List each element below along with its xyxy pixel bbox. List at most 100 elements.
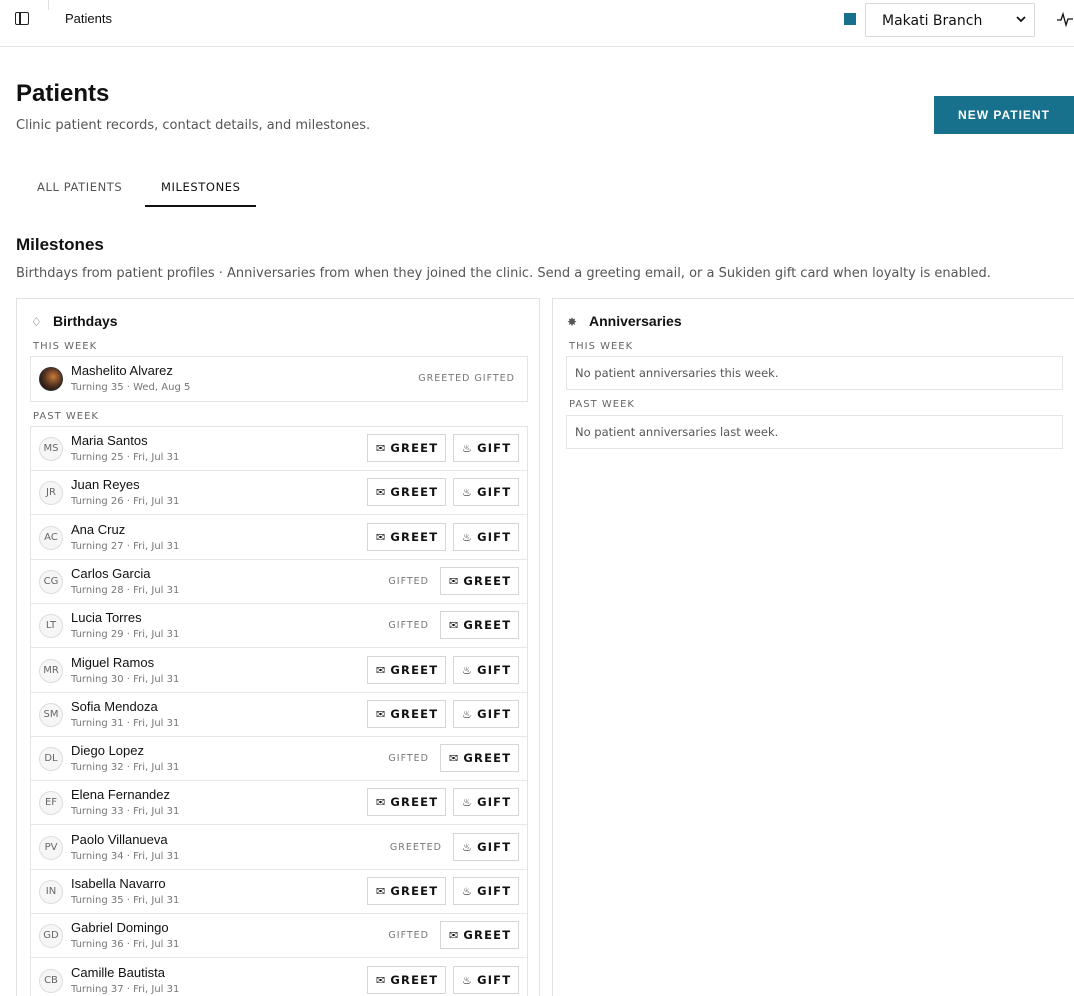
gift-icon: ♨ (462, 885, 474, 898)
gift-label: GIFT (477, 884, 512, 898)
patient-birthday-meta: Turning 26 · Fri, Jul 31 (71, 496, 180, 508)
patient-name[interactable]: Ana Cruz (71, 522, 125, 537)
avatar: CG (39, 569, 63, 594)
patient-birthday-meta: Turning 35 · Fri, Jul 31 (71, 895, 180, 906)
tab-milestones[interactable]: MILESTONES (161, 180, 241, 194)
greet-button[interactable]: ✉ GREET (367, 522, 446, 551)
sidebar-toggle-icon[interactable] (15, 12, 29, 25)
greet-button[interactable]: ✉ GREET (367, 478, 446, 507)
list-item: MS Maria Santos Turning 25 · Fri, Jul 31 ♨ G… (31, 427, 527, 471)
patient-name[interactable]: Camille Bautista (71, 965, 165, 980)
patient-name[interactable]: Gabriel Domingo (71, 920, 169, 935)
mail-icon: ✉ (376, 486, 387, 500)
gift-button[interactable]: ♨ GIFT (453, 788, 519, 817)
patient-birthday-meta: Turning 27 · Fri, Jul 31 (71, 540, 180, 552)
patient-name[interactable]: Mashelito Alvarez (71, 363, 173, 378)
this-week-label: THIS WEEK (569, 341, 634, 352)
greet-label: GREET (463, 573, 512, 588)
activity-icon[interactable] (1056, 10, 1074, 28)
list-item: JR Juan Reyes Turning 26 · Fri, Jul 31 ♨ GIF… (31, 471, 527, 516)
birthdays-title: Birthdays (53, 313, 118, 329)
list-item: PV Paolo Villanueva Turning 34 · Fri, Jul … (31, 826, 527, 870)
gift-button[interactable]: ♨ GIFT (453, 832, 519, 861)
avatar: PV (39, 835, 63, 860)
list-item: SM Sofia Mendoza Turning 31 · Fri, Jul 31 ♨… (31, 693, 527, 737)
status-badge: GREETED GIFTED (418, 373, 515, 384)
patient-name[interactable]: Isabella Navarro (71, 876, 166, 891)
patient-name[interactable]: Paolo Villanueva (71, 832, 168, 847)
mail-icon: ✉ (376, 530, 387, 544)
this-week-label: THIS WEEK (33, 341, 98, 352)
patient-name[interactable]: Sofia Mendoza (71, 699, 158, 714)
list-item: EF Elena Fernandez Turning 33 · Fri, Jul 3… (31, 781, 527, 826)
patient-birthday-meta: Turning 25 · Fri, Jul 31 (71, 452, 180, 463)
gift-button[interactable]: ♨ GIFT (453, 434, 519, 462)
gift-button[interactable]: ♨ GIFT (453, 478, 519, 507)
top-bar: Patients Makati Branch (0, 0, 1074, 47)
avatar: EF (39, 791, 63, 816)
avatar (39, 367, 63, 391)
active-tab-indicator (145, 205, 256, 207)
past-week-label: PAST WEEK (569, 399, 635, 410)
status-badge: GREETED (389, 841, 442, 853)
greet-button[interactable]: ✉ GREET (440, 744, 519, 773)
anniversaries-this-week-empty: No patient anniversaries this week. (566, 356, 1063, 390)
gift-icon: ♨ (462, 973, 474, 987)
section-subtitle: Birthdays from patient profiles · Annive… (16, 266, 991, 281)
mail-icon: ✉ (376, 707, 387, 721)
divider (48, 0, 49, 10)
greet-button[interactable]: ✉ GREET (367, 788, 446, 817)
avatar: MS (39, 437, 63, 461)
patient-name[interactable]: Elena Fernandez (71, 787, 170, 802)
greet-button[interactable]: ✉ GREET (367, 699, 446, 728)
gift-label: GIFT (477, 662, 512, 677)
list-item: DL Diego Lopez Turning 32 · Fri, Jul 31 ✉ GR… (31, 737, 527, 782)
new-patient-button[interactable]: NEW PATIENT (934, 96, 1074, 134)
patient-birthday-meta: Turning 35 · Wed, Aug 5 (71, 382, 191, 393)
greet-label: GREET (463, 618, 512, 633)
greet-button[interactable]: ✉ GREET (367, 877, 446, 905)
greet-button[interactable]: ✉ GREET (440, 921, 519, 950)
patient-name[interactable]: Carlos Garcia (71, 566, 150, 581)
branch-select[interactable]: Makati Branch (865, 3, 1035, 37)
list-item: MR Miguel Ramos Turning 30 · Fri, Jul 31 ♨ G… (31, 649, 527, 693)
greet-label: GREET (390, 485, 439, 500)
greet-button[interactable]: ✉ GREET (367, 655, 446, 684)
patient-name[interactable]: Diego Lopez (71, 743, 144, 758)
tab-all-patients[interactable]: ALL PATIENTS (37, 180, 122, 194)
gift-button[interactable]: ♨ GIFT (453, 522, 519, 551)
chevron-down-icon (1016, 16, 1026, 23)
list-item: AC Ana Cruz Turning 27 · Fri, Jul 31 ♨ GIFT ✉… (31, 516, 527, 560)
greet-button[interactable]: ✉ GREET (367, 434, 446, 462)
mail-icon: ✉ (376, 442, 387, 455)
list-item: GD Gabriel Domingo Turning 36 · Fri, Jul 3… (31, 914, 527, 959)
patient-birthday-meta: Turning 30 · Fri, Jul 31 (71, 673, 180, 685)
gift-button[interactable]: ♨ GIFT (453, 877, 519, 905)
avatar: GD (39, 924, 63, 949)
greet-button[interactable]: ✉ GREET (440, 566, 519, 595)
breadcrumb: Patients (65, 11, 112, 26)
patient-name[interactable]: Lucia Torres (71, 610, 142, 625)
avatar: CB (39, 968, 63, 993)
avatar: MR (39, 658, 63, 683)
patient-name[interactable]: Miguel Ramos (71, 655, 154, 670)
greet-button[interactable]: ✉ GREET (367, 965, 446, 994)
patient-name[interactable]: Juan Reyes (71, 477, 140, 492)
gift-label: GIFT (477, 795, 512, 810)
birthdays-past-week-list: MS Maria Santos Turning 25 · Fri, Jul 31 ♨ G… (30, 426, 528, 996)
page-subtitle: Clinic patient records, contact details,… (16, 118, 371, 133)
mail-icon: ✉ (449, 752, 460, 766)
gift-button[interactable]: ♨ GIFT (453, 655, 519, 684)
gift-button[interactable]: ♨ GIFT (453, 965, 519, 994)
birthdays-header: ♢ Birthdays (31, 313, 118, 329)
section-title: Milestones (16, 235, 104, 254)
gift-button[interactable]: ♨ GIFT (453, 699, 519, 728)
mail-icon: ✉ (376, 885, 387, 898)
status-badge: GIFTED (388, 753, 429, 765)
patient-name[interactable]: Maria Santos (71, 433, 148, 448)
list-item: LT Lucia Torres Turning 29 · Fri, Jul 31 ✉ G… (31, 604, 527, 649)
greet-button[interactable]: ✉ GREET (440, 611, 519, 640)
status-badge: GIFTED (388, 575, 429, 587)
greet-label: GREET (390, 706, 439, 721)
patient-birthday-meta: Turning 29 · Fri, Jul 31 (71, 629, 180, 641)
